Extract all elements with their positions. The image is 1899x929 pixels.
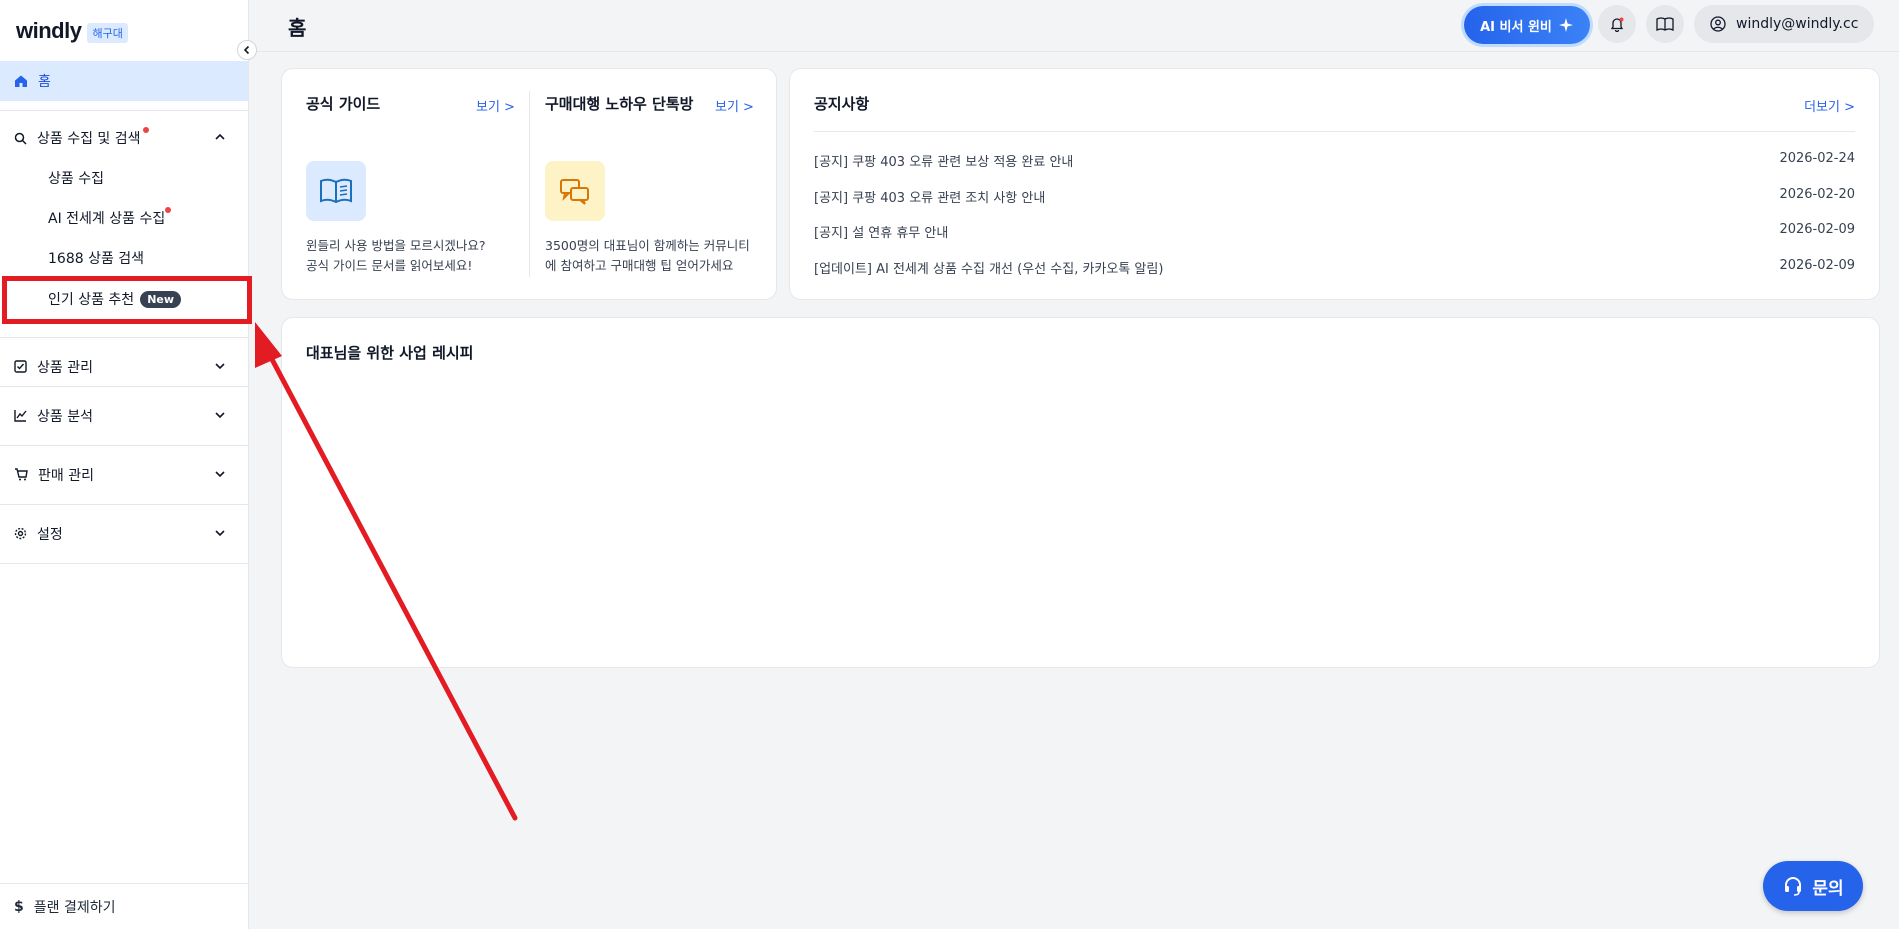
sidebar-item-collect[interactable]: 상품 수집 — [48, 166, 104, 190]
notice-date: 2026-02-20 — [1779, 187, 1855, 202]
notice-item[interactable]: [업데이트] AI 전세계 상품 수집 개선 (우선 수집, 카카오톡 알림) … — [814, 258, 1855, 278]
notice-date: 2026-02-09 — [1779, 258, 1855, 273]
sidebar-item-label: 플랜 결제하기 — [33, 899, 116, 916]
guide-book-button[interactable] — [1646, 5, 1684, 43]
guide-desc-line: 공식 가이드 문서를 읽어보세요! — [306, 258, 473, 273]
notice-item[interactable]: [공지] 쿠팡 403 오류 관련 보상 적용 완료 안내 2026-02-24 — [814, 151, 1855, 171]
user-icon — [1710, 16, 1726, 32]
community-desc-line: 3500명의 대표님이 함께하는 커뮤니티 — [545, 238, 750, 253]
chevron-up-icon — [215, 133, 225, 140]
divider — [0, 110, 248, 111]
sidebar-group-analysis[interactable]: 상품 분석 — [0, 386, 248, 445]
top-header: 홈 AI 비서 윈비 windly@windly.cc — [250, 0, 1899, 52]
chevron-left-icon — [243, 45, 250, 55]
guide-community-card: 공식 가이드 보기 > 윈들리 사용 방법을 모르시겠나요? 공식 가이드 문서… — [281, 68, 777, 300]
guide-title: 공식 가이드 — [306, 95, 381, 113]
ai-assistant-label: AI 비서 윈비 — [1480, 19, 1552, 35]
community-view-link[interactable]: 보기 > — [715, 96, 754, 115]
help-inquiry-button[interactable]: 문의 — [1763, 861, 1863, 911]
checkbox-icon — [14, 360, 27, 373]
headset-icon — [1785, 877, 1802, 896]
notification-button[interactable] — [1598, 5, 1636, 43]
notice-text: [공지] 설 연휴 휴무 안내 — [814, 226, 949, 241]
community-tile[interactable] — [545, 161, 605, 221]
chevron-down-icon — [215, 471, 225, 478]
chevron-down-icon — [215, 363, 225, 370]
notices-more-link[interactable]: 더보기 > — [1804, 96, 1855, 115]
notification-dot — [142, 127, 149, 133]
user-email: windly@windly.cc — [1736, 16, 1859, 32]
sidebar-item-label: 홈 — [38, 74, 51, 90]
notice-text: [공지] 쿠팡 403 오류 관련 보상 적용 완료 안내 — [814, 155, 1074, 170]
notices-card: 공지사항 더보기 > [공지] 쿠팡 403 오류 관련 보상 적용 완료 안내… — [789, 68, 1880, 300]
sidebar-group-label: 판매 관리 — [38, 467, 94, 484]
community-description: 3500명의 대표님이 함께하는 커뮤니티 에 참여하고 구매대행 팁 얻어가세… — [545, 236, 765, 276]
chat-bubbles-icon — [560, 179, 589, 205]
recipe-title: 대표님을 위한 사업 레시피 — [306, 344, 474, 362]
divider — [814, 131, 1855, 132]
brand-logo: windly — [16, 18, 82, 43]
community-desc-line: 에 참여하고 구매대행 팁 얻어가세요 — [545, 258, 734, 273]
notice-date: 2026-02-09 — [1779, 222, 1855, 237]
user-menu-button[interactable]: windly@windly.cc — [1694, 5, 1874, 43]
divider — [0, 563, 248, 564]
cart-icon — [15, 468, 28, 481]
sidebar-group-collect[interactable]: 상품 수집 및 검색 — [0, 118, 248, 158]
sidebar-group-sales[interactable]: 판매 관리 — [0, 445, 248, 504]
sparkle-icon — [1558, 18, 1573, 32]
help-button-label: 문의 — [1812, 878, 1844, 899]
sidebar-item-plan-payment[interactable]: $ 플랜 결제하기 — [0, 883, 248, 929]
sidebar-item-1688-search[interactable]: 1688 상품 검색 — [48, 246, 144, 270]
chevron-down-icon — [215, 412, 225, 419]
notice-date: 2026-02-24 — [1779, 151, 1855, 166]
book-icon — [1656, 17, 1674, 32]
chevron-down-icon — [215, 530, 225, 537]
sidebar-group-label: 설정 — [37, 526, 63, 543]
sidebar-item-label: 상품 수집 — [48, 171, 104, 187]
sidebar-item-label: AI 전세계 상품 수집 — [48, 211, 166, 227]
gear-icon — [14, 527, 27, 540]
notice-item[interactable]: [공지] 설 연휴 휴무 안내 2026-02-09 — [814, 222, 1855, 242]
sidebar-group-label: 상품 수집 및 검색 — [37, 131, 141, 147]
ai-assistant-button[interactable]: AI 비서 윈비 — [1464, 6, 1590, 44]
sidebar-group-label: 상품 분석 — [37, 408, 93, 425]
notice-text: [공지] 쿠팡 403 오류 관련 조치 사항 안내 — [814, 191, 1046, 206]
sidebar-collapse-button[interactable] — [237, 40, 257, 60]
page-title: 홈 — [288, 16, 307, 40]
guide-view-link[interactable]: 보기 > — [476, 96, 515, 115]
sidebar-group-settings[interactable]: 설정 — [0, 504, 248, 563]
notification-dot — [165, 207, 172, 213]
brand[interactable]: windly 해구대 — [16, 18, 128, 44]
chart-icon — [14, 410, 27, 422]
sidebar-item-label: 1688 상품 검색 — [48, 251, 145, 267]
sidebar-item-home[interactable]: 홈 — [0, 61, 248, 101]
search-icon — [14, 132, 27, 145]
sidebar: windly 해구대 홈 상품 수집 및 검색 상품 수집 AI 전세계 상품 … — [0, 0, 249, 929]
business-recipe-card: 대표님을 위한 사업 레시피 — [281, 317, 1880, 668]
open-book-icon — [320, 178, 352, 204]
guide-description: 윈들리 사용 방법을 모르시겠나요? 공식 가이드 문서를 읽어보세요! — [306, 236, 506, 276]
home-icon — [15, 75, 27, 87]
brand-badge: 해구대 — [87, 22, 128, 43]
guide-tile[interactable] — [306, 161, 366, 221]
guide-desc-line: 윈들리 사용 방법을 모르시겠나요? — [306, 238, 486, 253]
sidebar-group-label: 상품 관리 — [37, 359, 93, 376]
notice-item[interactable]: [공지] 쿠팡 403 오류 관련 조치 사항 안내 2026-02-20 — [814, 187, 1855, 207]
highlight-annotation-box — [2, 276, 252, 324]
arrow-head — [255, 322, 282, 368]
bell-icon — [1610, 17, 1624, 32]
notice-text: [업데이트] AI 전세계 상품 수집 개선 (우선 수집, 카카오톡 알림) — [814, 262, 1164, 277]
dollar-icon: $ — [14, 898, 24, 915]
vertical-divider — [529, 91, 530, 277]
notices-title: 공지사항 — [814, 95, 870, 113]
community-title: 구매대행 노하우 단톡방 — [545, 95, 694, 113]
sidebar-item-ai-collect[interactable]: AI 전세계 상품 수집 — [48, 206, 177, 230]
